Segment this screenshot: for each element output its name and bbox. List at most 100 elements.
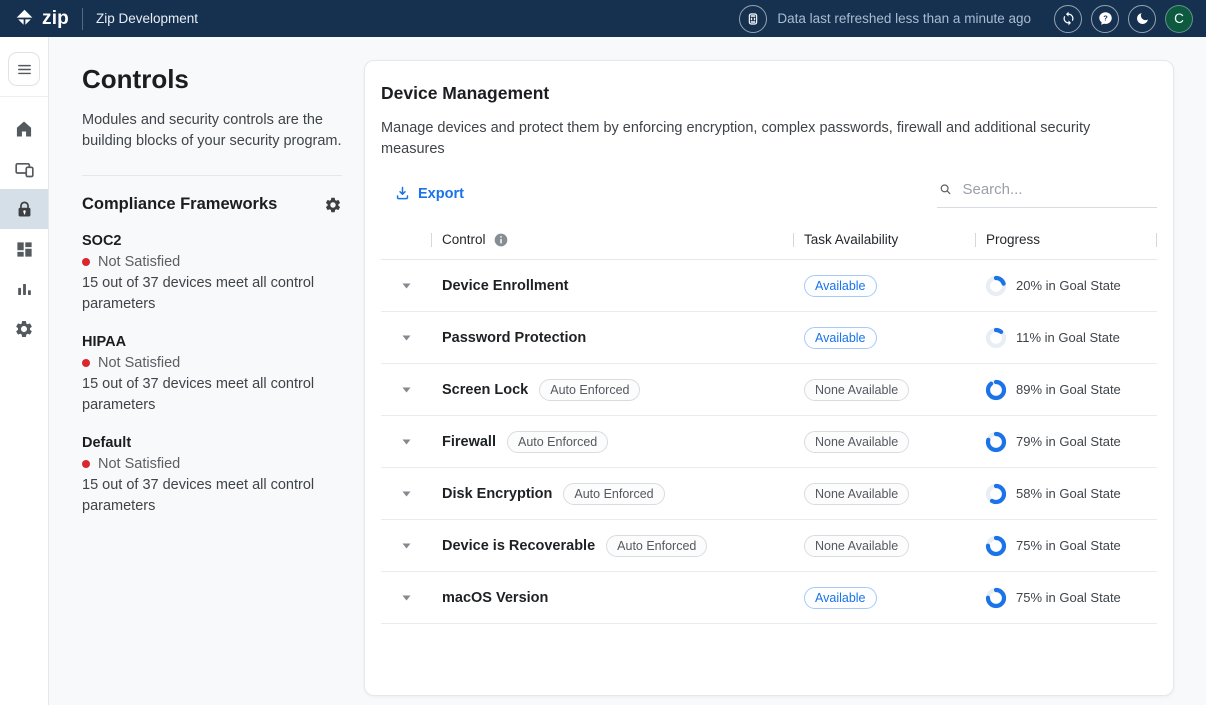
top-bar: zip Zip Development Data last refreshed …	[0, 0, 1206, 37]
main-content: Device Management Manage devices and pro…	[364, 37, 1206, 705]
menu-icon	[16, 61, 33, 78]
table-header: Control Task Availability Progress	[381, 220, 1157, 260]
status-dot	[82, 359, 90, 367]
controls-panel: Controls Modules and security controls a…	[49, 37, 364, 705]
lock-icon	[15, 200, 34, 219]
availability-badge: Available	[804, 327, 877, 349]
table-row: Password Protection Available 11% in Goa…	[381, 312, 1157, 364]
availability-badge: Available	[804, 587, 877, 609]
availability-badge: Available	[804, 275, 877, 297]
framework-detail: 15 out of 37 devices meet all control pa…	[82, 273, 342, 315]
refresh-icon	[1061, 11, 1076, 26]
sidebar-item-home[interactable]	[0, 109, 48, 149]
refresh-button[interactable]	[1054, 5, 1082, 33]
export-label: Export	[418, 186, 464, 202]
table-row: Screen Lock Auto Enforced None Available…	[381, 364, 1157, 416]
panel-divider	[82, 175, 342, 176]
framework-status: Not Satisfied	[98, 456, 180, 472]
controls-table-body: Device Enrollment Available 20% in Goal …	[381, 260, 1157, 624]
framework-name: SOC2	[82, 233, 342, 249]
svg-text:?: ?	[1103, 14, 1108, 23]
availability-badge: None Available	[804, 431, 909, 453]
expand-row-button[interactable]	[396, 487, 417, 501]
framework-list: SOC2 Not Satisfied 15 out of 37 devices …	[82, 233, 342, 517]
workspace-name: Zip Development	[96, 11, 198, 26]
compliance-settings-button[interactable]	[324, 196, 342, 214]
sidebar-item-reports[interactable]	[0, 269, 48, 309]
search-icon	[939, 182, 952, 197]
export-button[interactable]: Export	[381, 185, 464, 208]
framework-status: Not Satisfied	[98, 355, 180, 371]
progress-label: 20% in Goal State	[1016, 278, 1121, 293]
expand-row-button[interactable]	[396, 435, 417, 449]
caret-down-icon	[402, 543, 411, 549]
sidebar-item-controls[interactable]	[0, 189, 48, 229]
status-dot	[82, 258, 90, 266]
gear-icon	[324, 196, 342, 214]
dashboard-icon	[15, 240, 34, 259]
devices-icon	[14, 159, 35, 180]
zip-logo-icon	[14, 8, 35, 29]
control-name: Screen Lock	[442, 382, 528, 398]
caret-down-icon	[402, 335, 411, 341]
column-header-control: Control	[431, 220, 793, 259]
info-icon[interactable]	[493, 232, 509, 248]
control-name: Disk Encryption	[442, 486, 552, 502]
help-button[interactable]: ?	[1091, 5, 1119, 33]
download-icon	[394, 185, 411, 202]
user-avatar[interactable]: C	[1165, 5, 1193, 33]
page-title: Controls	[82, 64, 342, 95]
caret-down-icon	[402, 595, 411, 601]
progress-label: 89% in Goal State	[1016, 382, 1121, 397]
framework-detail: 15 out of 37 devices meet all control pa…	[82, 475, 342, 517]
sidebar-item-devices[interactable]	[0, 149, 48, 189]
expand-row-button[interactable]	[396, 539, 417, 553]
search-box	[937, 178, 1157, 208]
home-icon	[14, 119, 34, 139]
control-name: Device Enrollment	[442, 278, 569, 294]
framework-name: Default	[82, 435, 342, 451]
progress-donut	[985, 535, 1007, 557]
dark-mode-button[interactable]	[1128, 5, 1156, 33]
expand-row-button[interactable]	[396, 383, 417, 397]
menu-button[interactable]	[8, 52, 40, 86]
progress-label: 75% in Goal State	[1016, 538, 1121, 553]
availability-badge: None Available	[804, 379, 909, 401]
agent-sync-icon	[739, 5, 767, 33]
sidebar-item-settings[interactable]	[0, 309, 48, 349]
expand-row-button[interactable]	[396, 279, 417, 293]
control-name: macOS Version	[442, 590, 548, 606]
icon-rail	[0, 37, 49, 705]
search-input[interactable]	[960, 180, 1155, 199]
status-dot	[82, 460, 90, 468]
page-description: Modules and security controls are the bu…	[82, 110, 342, 152]
refresh-status: Data last refreshed less than a minute a…	[739, 5, 1031, 33]
progress-donut	[985, 483, 1007, 505]
expand-row-button[interactable]	[396, 591, 417, 605]
table-row: Firewall Auto Enforced None Available 79…	[381, 416, 1157, 468]
availability-badge: None Available	[804, 483, 909, 505]
table-row: Device Enrollment Available 20% in Goal …	[381, 260, 1157, 312]
sidebar-item-dashboard[interactable]	[0, 229, 48, 269]
framework-status: Not Satisfied	[98, 254, 180, 270]
expand-row-button[interactable]	[396, 331, 417, 345]
availability-badge: None Available	[804, 535, 909, 557]
progress-donut	[985, 379, 1007, 401]
table-row: Disk Encryption Auto Enforced None Avail…	[381, 468, 1157, 520]
control-name: Firewall	[442, 434, 496, 450]
framework-item: SOC2 Not Satisfied 15 out of 37 devices …	[82, 233, 342, 315]
brand-name: zip	[42, 9, 69, 28]
table-toolbar: Export	[381, 178, 1157, 208]
table-row: macOS Version Available 75% in Goal Stat…	[381, 572, 1157, 624]
moon-icon	[1135, 11, 1150, 26]
control-name: Device is Recoverable	[442, 538, 595, 554]
enforcement-badge: Auto Enforced	[563, 483, 664, 505]
progress-donut	[985, 587, 1007, 609]
progress-label: 11% in Goal State	[1016, 330, 1120, 345]
reports-icon	[15, 280, 34, 299]
card-title: Device Management	[381, 83, 1157, 104]
topbar-divider	[82, 8, 83, 30]
progress-donut	[985, 431, 1007, 453]
brand-logo[interactable]: zip	[14, 8, 69, 29]
device-management-card: Device Management Manage devices and pro…	[364, 60, 1174, 696]
